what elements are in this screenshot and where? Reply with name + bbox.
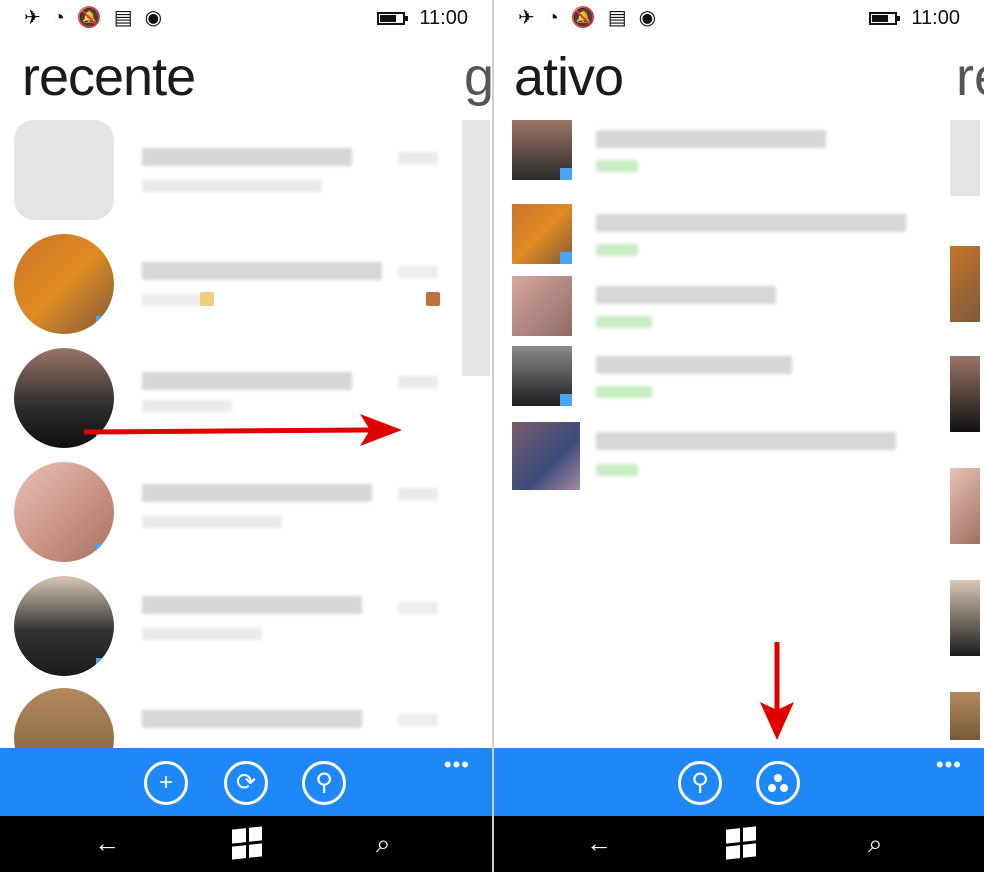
avatar (512, 120, 572, 180)
airplane-mode-icon: ✈ (518, 7, 535, 29)
app-bar: ⚲ ••• (494, 748, 984, 816)
list-item[interactable] (512, 120, 932, 180)
list-item[interactable] (14, 234, 444, 334)
sync-icon[interactable]: ⟳ (224, 761, 268, 805)
avatar (512, 346, 572, 406)
list-item[interactable] (512, 346, 932, 406)
status-bar: ✈ ◔ 🔕 ▤ ◉ 11:00 (0, 0, 492, 36)
list-item[interactable] (14, 462, 444, 562)
avatar (14, 348, 114, 448)
airplane-mode-icon: ✈ (24, 7, 41, 29)
left-phone-screen: ✈ ◔ 🔕 ▤ ◉ 11:00 recente g + ⟳ ⚲ ••• ← ⌕ (0, 0, 492, 872)
search-icon[interactable]: ⚲ (678, 761, 722, 805)
search-button[interactable]: ⌕ (376, 828, 391, 858)
group-icon[interactable] (756, 761, 800, 805)
list-item[interactable] (512, 276, 932, 336)
pivot-title-recente[interactable]: recente (22, 46, 196, 108)
more-options-button[interactable]: ••• (444, 752, 470, 778)
avatar (512, 204, 572, 264)
avatar (14, 120, 114, 220)
avatar (512, 276, 572, 336)
pivot-title-ativo[interactable]: ativo (514, 46, 624, 108)
message-icon: ▤ (113, 7, 133, 29)
windows-start-icon[interactable] (232, 826, 262, 860)
location-icon: ◉ (144, 7, 163, 29)
annotation-arrow-down (760, 642, 794, 740)
list-item[interactable] (512, 204, 932, 264)
scroll-indicator (462, 120, 490, 376)
plus-circle-icon[interactable]: + (144, 761, 188, 805)
right-phone-screen: ✈ ◔ 🔕 ▤ ◉ 11:00 ativo re (492, 0, 984, 872)
wifi-icon: ◔ (52, 7, 65, 29)
avatar (14, 462, 114, 562)
list-item[interactable] (14, 348, 444, 448)
windows-start-icon[interactable] (726, 826, 756, 860)
pivot-next-header[interactable]: re (956, 46, 984, 108)
search-icon[interactable]: ⚲ (302, 761, 346, 805)
avatar (512, 422, 580, 490)
back-button[interactable]: ← (94, 828, 120, 858)
clock: 11:00 (419, 6, 468, 29)
more-options-button[interactable]: ••• (936, 752, 962, 778)
search-button[interactable]: ⌕ (868, 828, 883, 858)
group-glyph (768, 774, 788, 792)
app-bar: + ⟳ ⚲ ••• (0, 748, 492, 816)
battery-icon (377, 11, 409, 25)
pivot-next-header[interactable]: g (464, 46, 492, 108)
navigation-bar: ← ⌕ (494, 816, 984, 872)
list-item[interactable] (512, 422, 932, 490)
next-pivot-peek (950, 120, 980, 740)
back-button[interactable]: ← (586, 828, 612, 858)
status-bar: ✈ ◔ 🔕 ▤ ◉ 11:00 (494, 0, 984, 36)
location-icon: ◉ (638, 7, 657, 29)
battery-icon (869, 11, 901, 25)
list-item[interactable] (14, 576, 444, 676)
clock: 11:00 (911, 6, 960, 29)
list-item[interactable] (14, 120, 444, 220)
navigation-bar: ← ⌕ (0, 816, 492, 872)
wifi-icon: ◔ (546, 7, 559, 29)
avatar (14, 576, 114, 676)
quiet-hours-icon: 🔕 (76, 7, 102, 29)
avatar (14, 234, 114, 334)
quiet-hours-icon: 🔕 (570, 7, 596, 29)
message-icon: ▤ (607, 7, 627, 29)
